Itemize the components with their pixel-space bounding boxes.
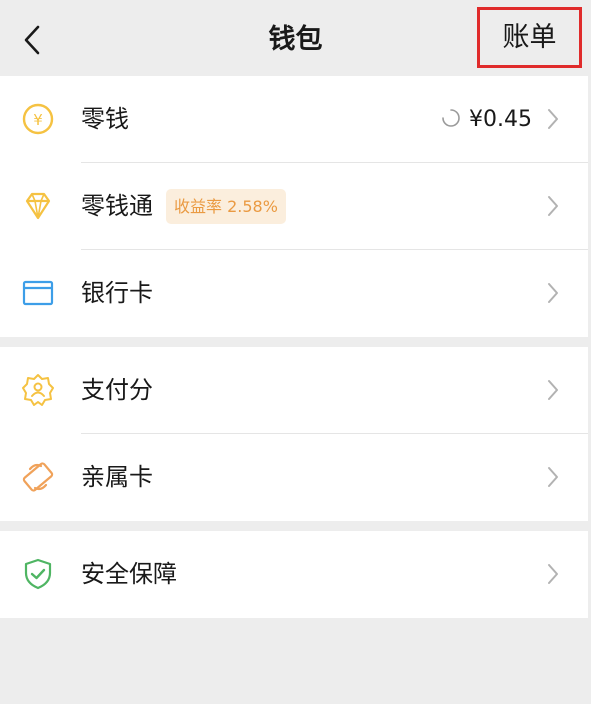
chevron-right-icon xyxy=(548,196,558,216)
row-change-label: 零钱 xyxy=(81,105,129,133)
row-change[interactable]: ¥ 零钱 ¥0.45 xyxy=(0,76,588,163)
top-navigation-bar: 钱包 账单 xyxy=(0,0,591,76)
bank-card-icon xyxy=(22,280,54,306)
change-balance: ¥0.45 xyxy=(469,107,532,132)
wallet-group-security: 安全保障 xyxy=(0,531,588,618)
diamond-icon xyxy=(25,192,51,220)
row-pay-score-label: 支付分 xyxy=(81,376,153,404)
chevron-right-icon xyxy=(548,564,558,584)
row-lingqiantong-label: 零钱通 xyxy=(81,192,153,220)
family-card-icon xyxy=(22,462,54,492)
yuan-coin-icon: ¥ xyxy=(22,103,54,135)
row-bank-card[interactable]: 银行卡 xyxy=(0,250,588,337)
row-family-card[interactable]: 亲属卡 xyxy=(0,434,588,521)
chevron-right-icon xyxy=(548,109,558,129)
svg-text:¥: ¥ xyxy=(33,111,43,129)
chevron-right-icon xyxy=(548,380,558,400)
yield-rate-badge: 收益率 2.58% xyxy=(166,189,286,224)
row-family-card-label: 亲属卡 xyxy=(81,463,153,491)
row-pay-score[interactable]: 支付分 xyxy=(0,347,588,434)
chevron-right-icon xyxy=(548,467,558,487)
bill-button[interactable]: 账单 xyxy=(477,7,582,68)
credit-score-icon xyxy=(22,374,54,406)
security-shield-icon xyxy=(24,558,52,590)
wallet-group-balance: ¥ 零钱 ¥0.45 零钱通 收益率 2.58% 银行卡 xyxy=(0,76,588,337)
chevron-right-icon xyxy=(548,283,558,303)
row-bank-card-label: 银行卡 xyxy=(81,279,153,307)
row-security[interactable]: 安全保障 xyxy=(0,531,588,618)
row-security-label: 安全保障 xyxy=(81,560,177,588)
loading-spinner-icon xyxy=(442,109,460,127)
wallet-group-services: 支付分 亲属卡 xyxy=(0,347,588,521)
row-lingqiantong[interactable]: 零钱通 收益率 2.58% xyxy=(0,163,588,250)
